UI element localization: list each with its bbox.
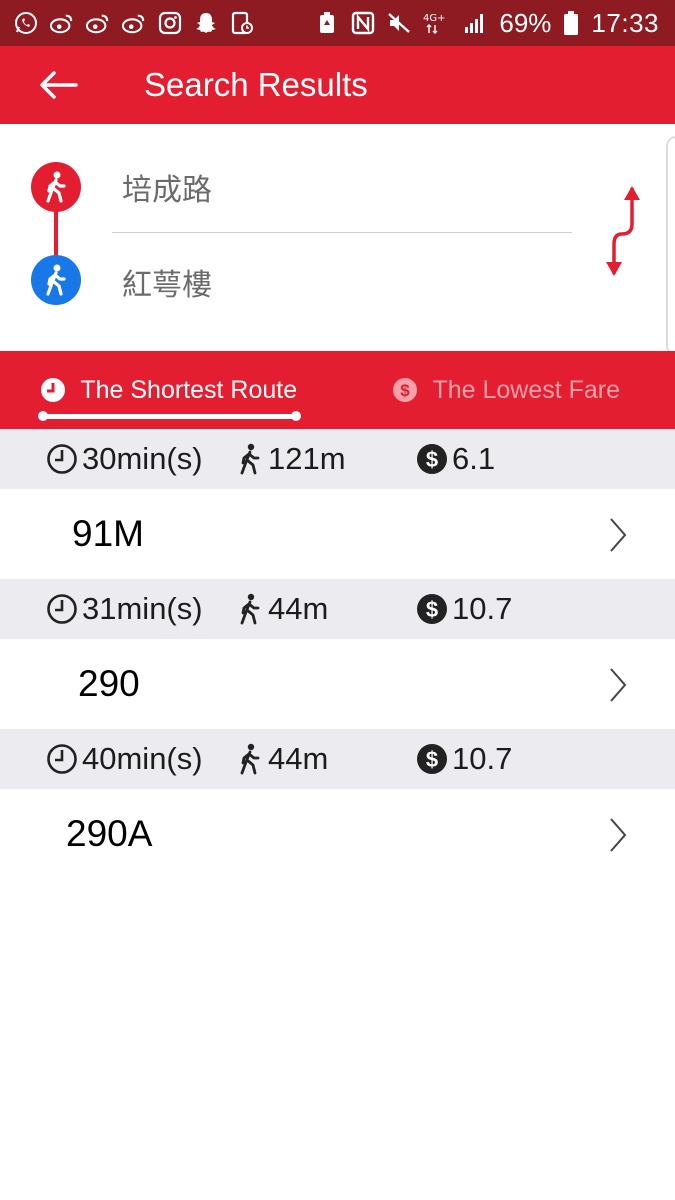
page-title: Search Results [144, 66, 368, 103]
svg-text:$: $ [426, 447, 438, 472]
duration: 31min(s) [46, 579, 203, 639]
notification-icons [14, 11, 254, 35]
snapchat-icon [194, 11, 218, 35]
route-item[interactable]: 91M [0, 489, 675, 579]
arrow-left-icon [40, 71, 78, 99]
route-summary: 30min(s) 121m $ 6.1 [0, 429, 675, 489]
route-summary: 31min(s) 44m $ 10.7 [0, 579, 675, 639]
walk-value: 44m [268, 741, 329, 776]
origin-walk-icon [31, 162, 81, 212]
chevron-right-icon [610, 818, 627, 852]
clock-icon [41, 378, 66, 402]
route-connector [54, 208, 58, 260]
status-bar: 4G+ 69% 17:33 [0, 0, 675, 46]
svg-text:$: $ [426, 747, 438, 772]
chevron-right-icon [610, 518, 627, 552]
svg-text:$: $ [426, 597, 438, 622]
back-button[interactable] [28, 55, 88, 115]
instagram-icon [158, 11, 182, 35]
destination-walk-icon [31, 255, 81, 305]
battery-icon [563, 11, 579, 35]
duration: 30min(s) [46, 429, 203, 489]
route-name: 290A [66, 813, 153, 854]
route-tabs: The Shortest Route $ The Lowest Fare [0, 351, 675, 429]
clock-time: 17:33 [591, 7, 659, 38]
walk-icon [240, 443, 260, 475]
svg-text:$: $ [401, 381, 411, 400]
route-name: 290 [78, 663, 140, 704]
clock-icon [47, 594, 77, 624]
side-drawer-handle[interactable] [666, 136, 675, 356]
nfc-icon [351, 11, 375, 35]
network-icon: 4G+ [423, 11, 451, 35]
fare: $ 10.7 [416, 579, 512, 639]
tab-lowest-fare[interactable]: $ The Lowest Fare [338, 351, 675, 429]
walk-distance: 44m [236, 729, 328, 789]
weibo-icon [50, 11, 74, 35]
signal-icon [463, 11, 487, 35]
fare: $ 6.1 [416, 429, 495, 489]
walk-distance: 121m [236, 429, 346, 489]
app-icon [230, 11, 254, 35]
walk-icon [240, 593, 260, 625]
route-list: 30min(s) 121m $ 6.1 91M 31min(s) 44m $ 1… [0, 429, 675, 879]
tab-shortest-route[interactable]: The Shortest Route [0, 351, 338, 429]
duration-value: 30min(s) [82, 441, 203, 476]
swap-icon [606, 186, 640, 276]
tab-label: The Shortest Route [80, 375, 298, 404]
clock-icon [47, 444, 77, 474]
walk-icon [240, 743, 260, 775]
fare-value: 6.1 [452, 441, 496, 476]
walk-value: 44m [268, 591, 329, 626]
chevron-right-icon [610, 668, 627, 702]
route-item[interactable]: 290 [0, 639, 675, 729]
route-name: 91M [72, 513, 144, 554]
walk-value: 121m [268, 441, 346, 476]
route-item[interactable]: 290A [0, 789, 675, 879]
system-status: 4G+ 69% 17:33 [315, 8, 659, 39]
fare-value: 10.7 [452, 591, 513, 626]
network-type: 4G+ [423, 13, 446, 24]
tab-label: The Lowest Fare [432, 375, 621, 404]
destination-input[interactable]: 紅萼樓 [122, 260, 212, 304]
clock-icon [47, 744, 77, 774]
weibo-icon [122, 11, 146, 35]
duration-value: 40min(s) [82, 741, 203, 776]
dollar-icon: $ [417, 594, 447, 624]
battery-percent: 69% [499, 7, 552, 38]
swap-button[interactable] [596, 182, 652, 282]
whatsapp-icon [14, 11, 38, 35]
fare-value: 10.7 [452, 741, 513, 776]
origin-input[interactable]: 培成路 [122, 165, 212, 209]
active-tab-indicator [38, 411, 301, 421]
walk-distance: 44m [236, 579, 328, 639]
dollar-icon: $ [417, 444, 447, 474]
duration: 40min(s) [46, 729, 203, 789]
divider [112, 232, 572, 233]
mute-icon [387, 11, 411, 35]
duration-value: 31min(s) [82, 591, 203, 626]
app-bar: Search Results [0, 46, 675, 124]
weibo-icon [86, 11, 110, 35]
fare: $ 10.7 [416, 729, 512, 789]
route-summary: 40min(s) 44m $ 10.7 [0, 729, 675, 789]
search-panel: 培成路 紅萼樓 [0, 124, 675, 356]
battery-saver-icon [315, 11, 339, 35]
dollar-icon: $ [417, 744, 447, 774]
dollar-icon: $ [393, 378, 418, 402]
